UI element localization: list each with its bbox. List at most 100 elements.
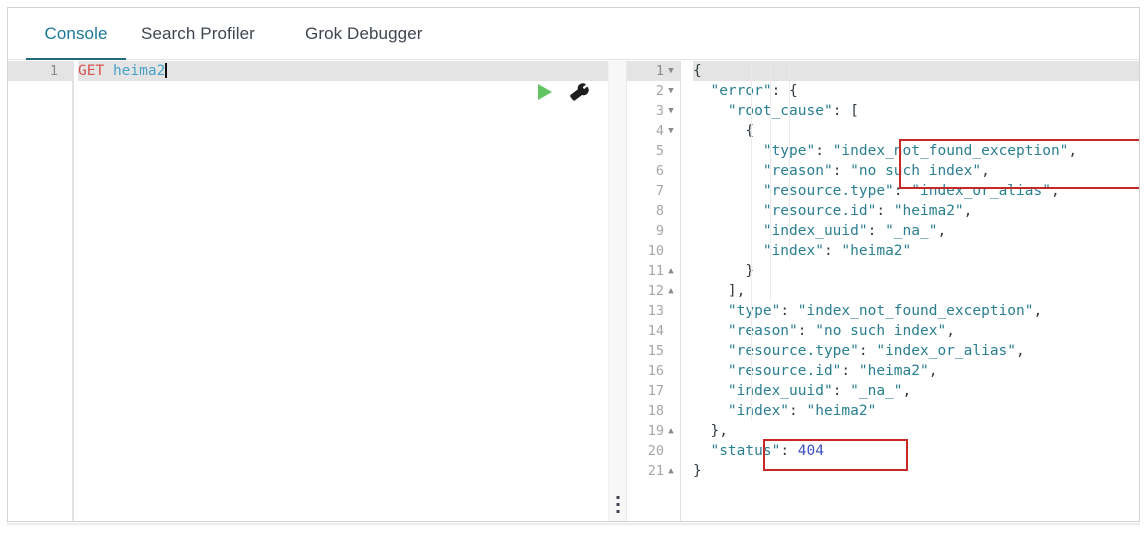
json-punct: : [: [832, 103, 859, 119]
dev-tools-window: Console Search Profiler Grok Debugger 1 …: [7, 7, 1140, 522]
indent-guide: [751, 61, 752, 421]
response-editor[interactable]: 1 ▼ 2 ▼ 3 ▼ 4 ▼ 5 6 7 8 9 10 11 ▲ 12 ▲ 13 14 15 16 17 18 19 ▲ 20 21…: [627, 61, 1139, 521]
json-punct: [693, 363, 728, 379]
json-string: "resource.type": [762, 183, 894, 199]
json-string: "no such index": [850, 163, 982, 179]
fold-expand-icon[interactable]: ▲: [666, 281, 676, 301]
request-editor[interactable]: 1 GET heima2: [8, 61, 608, 521]
fold-collapse-icon[interactable]: ▼: [666, 81, 676, 101]
response-line: "resource.type": "index_or_alias",: [693, 181, 1139, 201]
response-line-number: 7: [655, 183, 664, 199]
json-punct: },: [693, 423, 728, 439]
json-string: "_na_": [850, 383, 903, 399]
json-punct: ,: [902, 383, 912, 399]
response-line-number: 9: [655, 223, 664, 239]
json-punct: :: [780, 443, 798, 459]
tab-console[interactable]: Console: [26, 8, 126, 60]
request-path: heima2: [112, 63, 166, 79]
json-punct: [693, 243, 763, 259]
wrench-icon[interactable]: [570, 82, 589, 102]
json-punct: :: [858, 343, 877, 359]
fold-collapse-icon[interactable]: ▼: [666, 61, 676, 81]
json-number: 404: [797, 443, 824, 459]
response-line: ],: [693, 281, 1139, 301]
json-punct: [693, 203, 763, 219]
json-punct: :: [876, 203, 894, 219]
json-string: "no such index": [815, 323, 947, 339]
json-punct: {: [693, 63, 702, 79]
json-punct: ,: [928, 363, 938, 379]
json-string: "heima2": [806, 403, 877, 419]
response-code-area[interactable]: { "error": { "root_cause": [ { "type": "…: [681, 61, 1139, 521]
json-punct: [693, 323, 728, 339]
response-line-number: 19 ▲: [627, 421, 680, 441]
json-string: "_na_": [885, 223, 938, 239]
response-line: "resource.type": "index_or_alias",: [693, 341, 1139, 361]
response-line-number: 18: [647, 403, 664, 419]
response-line-number: 11 ▲: [627, 261, 680, 281]
tab-search-profiler[interactable]: Search Profiler: [141, 8, 255, 60]
json-punct: }: [693, 463, 702, 479]
json-string: "index": [762, 243, 824, 259]
response-line-number: 3 ▼: [627, 101, 680, 121]
response-line: "type": "index_not_found_exception",: [693, 301, 1139, 321]
request-pane: 1 GET heima2: [8, 61, 608, 521]
fold-expand-icon[interactable]: ▲: [666, 461, 676, 481]
json-punct: :: [789, 403, 807, 419]
response-line: "index": "heima2": [693, 241, 1139, 261]
play-icon[interactable]: [538, 84, 552, 100]
json-string: "index_uuid": [762, 223, 868, 239]
response-line: "error": {: [693, 81, 1139, 101]
json-string: "index_or_alias": [911, 183, 1051, 199]
json-punct: [693, 183, 763, 199]
response-gutter: 1 ▼ 2 ▼ 3 ▼ 4 ▼ 5 6 7 8 9 10 11 ▲ 12 ▲ 13 14 15 16 17 18 19 ▲ 20 21…: [627, 61, 681, 521]
response-line: "index_uuid": "_na_",: [693, 221, 1139, 241]
fold-collapse-icon[interactable]: ▼: [666, 101, 676, 121]
text-caret: [165, 63, 168, 78]
json-string: "index_not_found_exception": [832, 143, 1069, 159]
json-punct: [693, 83, 710, 99]
response-line-number: 16: [647, 363, 664, 379]
pane-splitter[interactable]: [608, 61, 627, 521]
response-json: { "error": { "root_cause": [ { "type": "…: [693, 61, 1139, 481]
drag-handle-icon[interactable]: [616, 496, 619, 513]
request-code-area[interactable]: GET heima2: [73, 61, 608, 521]
json-string: "index": [727, 403, 790, 419]
fold-expand-icon[interactable]: ▲: [666, 421, 676, 441]
json-punct: [693, 303, 728, 319]
json-punct: : {: [771, 83, 798, 99]
json-string: "resource.id": [727, 363, 842, 379]
json-string: "heima2": [893, 203, 964, 219]
response-line-number: 21 ▲: [627, 461, 680, 481]
response-line: },: [693, 421, 1139, 441]
response-line-number: 10: [647, 243, 664, 259]
json-string: "index_not_found_exception": [797, 303, 1034, 319]
response-line-number: 14: [647, 323, 664, 339]
json-string: "heima2": [858, 363, 929, 379]
tab-grok-debugger[interactable]: Grok Debugger: [305, 8, 423, 60]
json-string: "heima2": [841, 243, 912, 259]
json-punct: [693, 223, 763, 239]
response-line-number: 12 ▲: [627, 281, 680, 301]
json-punct: :: [841, 363, 859, 379]
json-punct: :: [797, 323, 816, 339]
response-line: "index": "heima2": [693, 401, 1139, 421]
request-line-1[interactable]: GET heima2: [78, 61, 608, 81]
response-line-number: 13: [647, 303, 664, 319]
json-punct: [693, 163, 763, 179]
fold-collapse-icon[interactable]: ▼: [666, 121, 676, 141]
json-punct: ,: [981, 163, 990, 179]
fold-expand-icon[interactable]: ▲: [666, 261, 676, 281]
response-line: {: [693, 121, 1139, 141]
json-punct: }: [693, 263, 755, 279]
response-line-number: 8: [655, 203, 664, 219]
json-punct: ],: [693, 283, 746, 299]
json-punct: :: [832, 163, 851, 179]
json-punct: :: [832, 383, 851, 399]
response-line: {: [693, 61, 1139, 81]
json-punct: :: [780, 303, 798, 319]
json-punct: {: [693, 123, 755, 139]
json-string: "resource.type": [727, 343, 859, 359]
response-line: "status": 404: [693, 441, 1139, 461]
